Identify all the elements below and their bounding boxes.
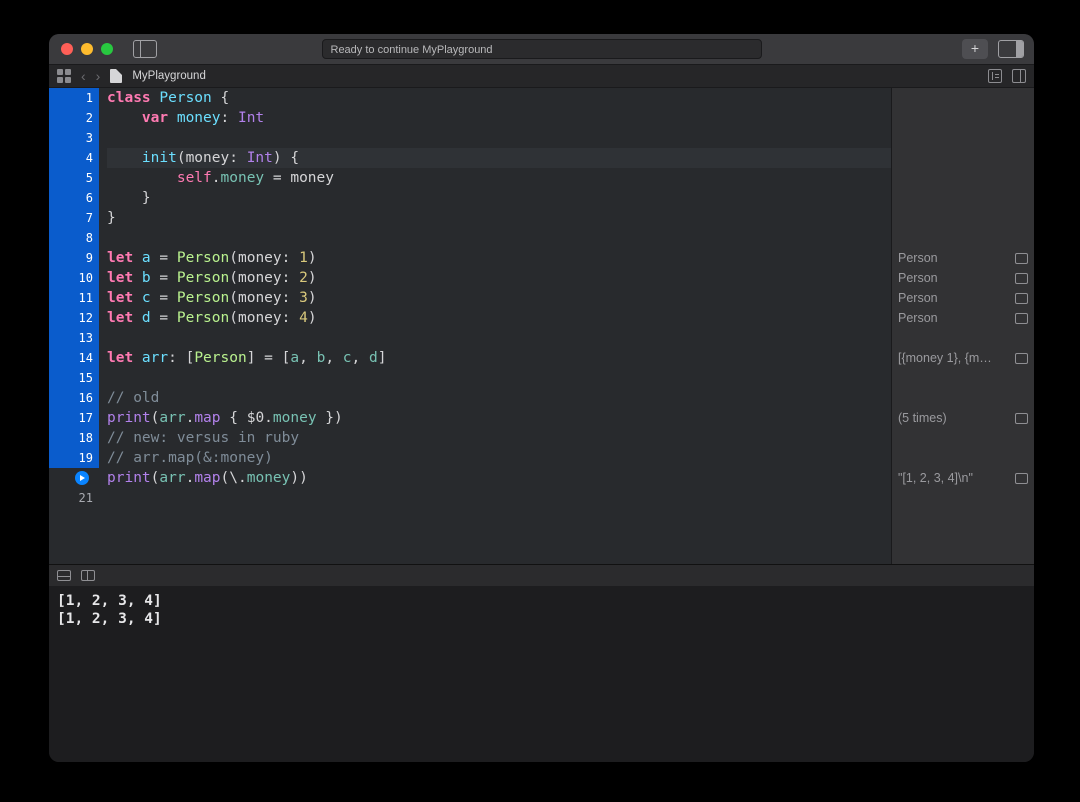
results-sidebar: Person Person Person Person [{money 1}, … bbox=[891, 88, 1034, 564]
line-number[interactable]: 6 bbox=[49, 188, 99, 208]
inspector-toggle-icon[interactable] bbox=[998, 40, 1024, 58]
quicklook-icon[interactable] bbox=[1015, 273, 1028, 284]
result-row[interactable]: (5 times) bbox=[892, 408, 1034, 428]
nav-forward-icon[interactable]: › bbox=[96, 68, 101, 84]
run-button[interactable] bbox=[49, 468, 99, 488]
assistant-icon[interactable] bbox=[1012, 69, 1026, 83]
line-number[interactable]: 2 bbox=[49, 108, 99, 128]
console-line: [1, 2, 3, 4] bbox=[57, 593, 162, 609]
console-layout-icon[interactable] bbox=[57, 570, 71, 581]
result-row[interactable]: Person bbox=[892, 268, 1034, 288]
line-number[interactable]: 3 bbox=[49, 128, 99, 148]
line-number[interactable]: 4 bbox=[49, 148, 99, 168]
nav-back-icon[interactable]: ‹ bbox=[81, 68, 86, 84]
window-controls bbox=[61, 43, 113, 55]
quicklook-icon[interactable] bbox=[1015, 473, 1028, 484]
titlebar: Ready to continue MyPlayground + bbox=[49, 34, 1034, 64]
result-row[interactable]: "[1, 2, 3, 4]\n" bbox=[892, 468, 1034, 488]
play-icon[interactable] bbox=[75, 471, 89, 485]
quicklook-icon[interactable] bbox=[1015, 353, 1028, 364]
line-number[interactable]: 10 bbox=[49, 268, 99, 288]
new-tab-button[interactable]: + bbox=[962, 39, 988, 59]
line-number[interactable]: 17 bbox=[49, 408, 99, 428]
line-number[interactable]: 21 bbox=[49, 488, 99, 508]
minimize-button[interactable] bbox=[81, 43, 93, 55]
line-number[interactable]: 1 bbox=[49, 88, 99, 108]
line-number[interactable]: 11 bbox=[49, 288, 99, 308]
result-row[interactable]: Person bbox=[892, 288, 1034, 308]
activity-status[interactable]: Ready to continue MyPlayground bbox=[322, 39, 762, 59]
line-number[interactable]: 18 bbox=[49, 428, 99, 448]
result-row[interactable]: Person bbox=[892, 308, 1034, 328]
quicklook-icon[interactable] bbox=[1015, 253, 1028, 264]
nav-bar: ‹ › MyPlayground bbox=[49, 64, 1034, 88]
result-row[interactable]: [{money 1}, {m… bbox=[892, 348, 1034, 368]
line-number[interactable]: 5 bbox=[49, 168, 99, 188]
line-number[interactable]: 8 bbox=[49, 228, 99, 248]
line-number[interactable]: 16 bbox=[49, 388, 99, 408]
console-output[interactable]: [1, 2, 3, 4] [1, 2, 3, 4] bbox=[49, 586, 1034, 762]
related-items-icon[interactable] bbox=[57, 69, 71, 83]
editor-area: 1 2 3 4 5 6 7 8 9 10 11 12 13 14 15 16 1… bbox=[49, 88, 1034, 564]
maximize-button[interactable] bbox=[101, 43, 113, 55]
quicklook-icon[interactable] bbox=[1015, 413, 1028, 424]
console-toolbar bbox=[49, 564, 1034, 586]
xcode-window: Ready to continue MyPlayground + ‹ › MyP… bbox=[49, 34, 1034, 762]
line-number[interactable]: 15 bbox=[49, 368, 99, 388]
close-button[interactable] bbox=[61, 43, 73, 55]
line-number[interactable]: 14 bbox=[49, 348, 99, 368]
line-number[interactable]: 19 bbox=[49, 448, 99, 468]
console-split-icon[interactable] bbox=[81, 570, 95, 581]
document-name[interactable]: MyPlayground bbox=[132, 70, 206, 82]
line-number[interactable]: 9 bbox=[49, 248, 99, 268]
quicklook-icon[interactable] bbox=[1015, 293, 1028, 304]
line-number[interactable]: 7 bbox=[49, 208, 99, 228]
line-number[interactable]: 12 bbox=[49, 308, 99, 328]
line-gutter[interactable]: 1 2 3 4 5 6 7 8 9 10 11 12 13 14 15 16 1… bbox=[49, 88, 99, 564]
code-editor[interactable]: class Person { var money: Int init(money… bbox=[99, 88, 891, 564]
quicklook-icon[interactable] bbox=[1015, 313, 1028, 324]
console-line: [1, 2, 3, 4] bbox=[57, 611, 162, 627]
line-number[interactable]: 13 bbox=[49, 328, 99, 348]
document-icon bbox=[110, 69, 122, 83]
result-row[interactable]: Person bbox=[892, 248, 1034, 268]
minimap-icon[interactable] bbox=[988, 69, 1002, 83]
sidebar-toggle-icon[interactable] bbox=[133, 40, 157, 58]
